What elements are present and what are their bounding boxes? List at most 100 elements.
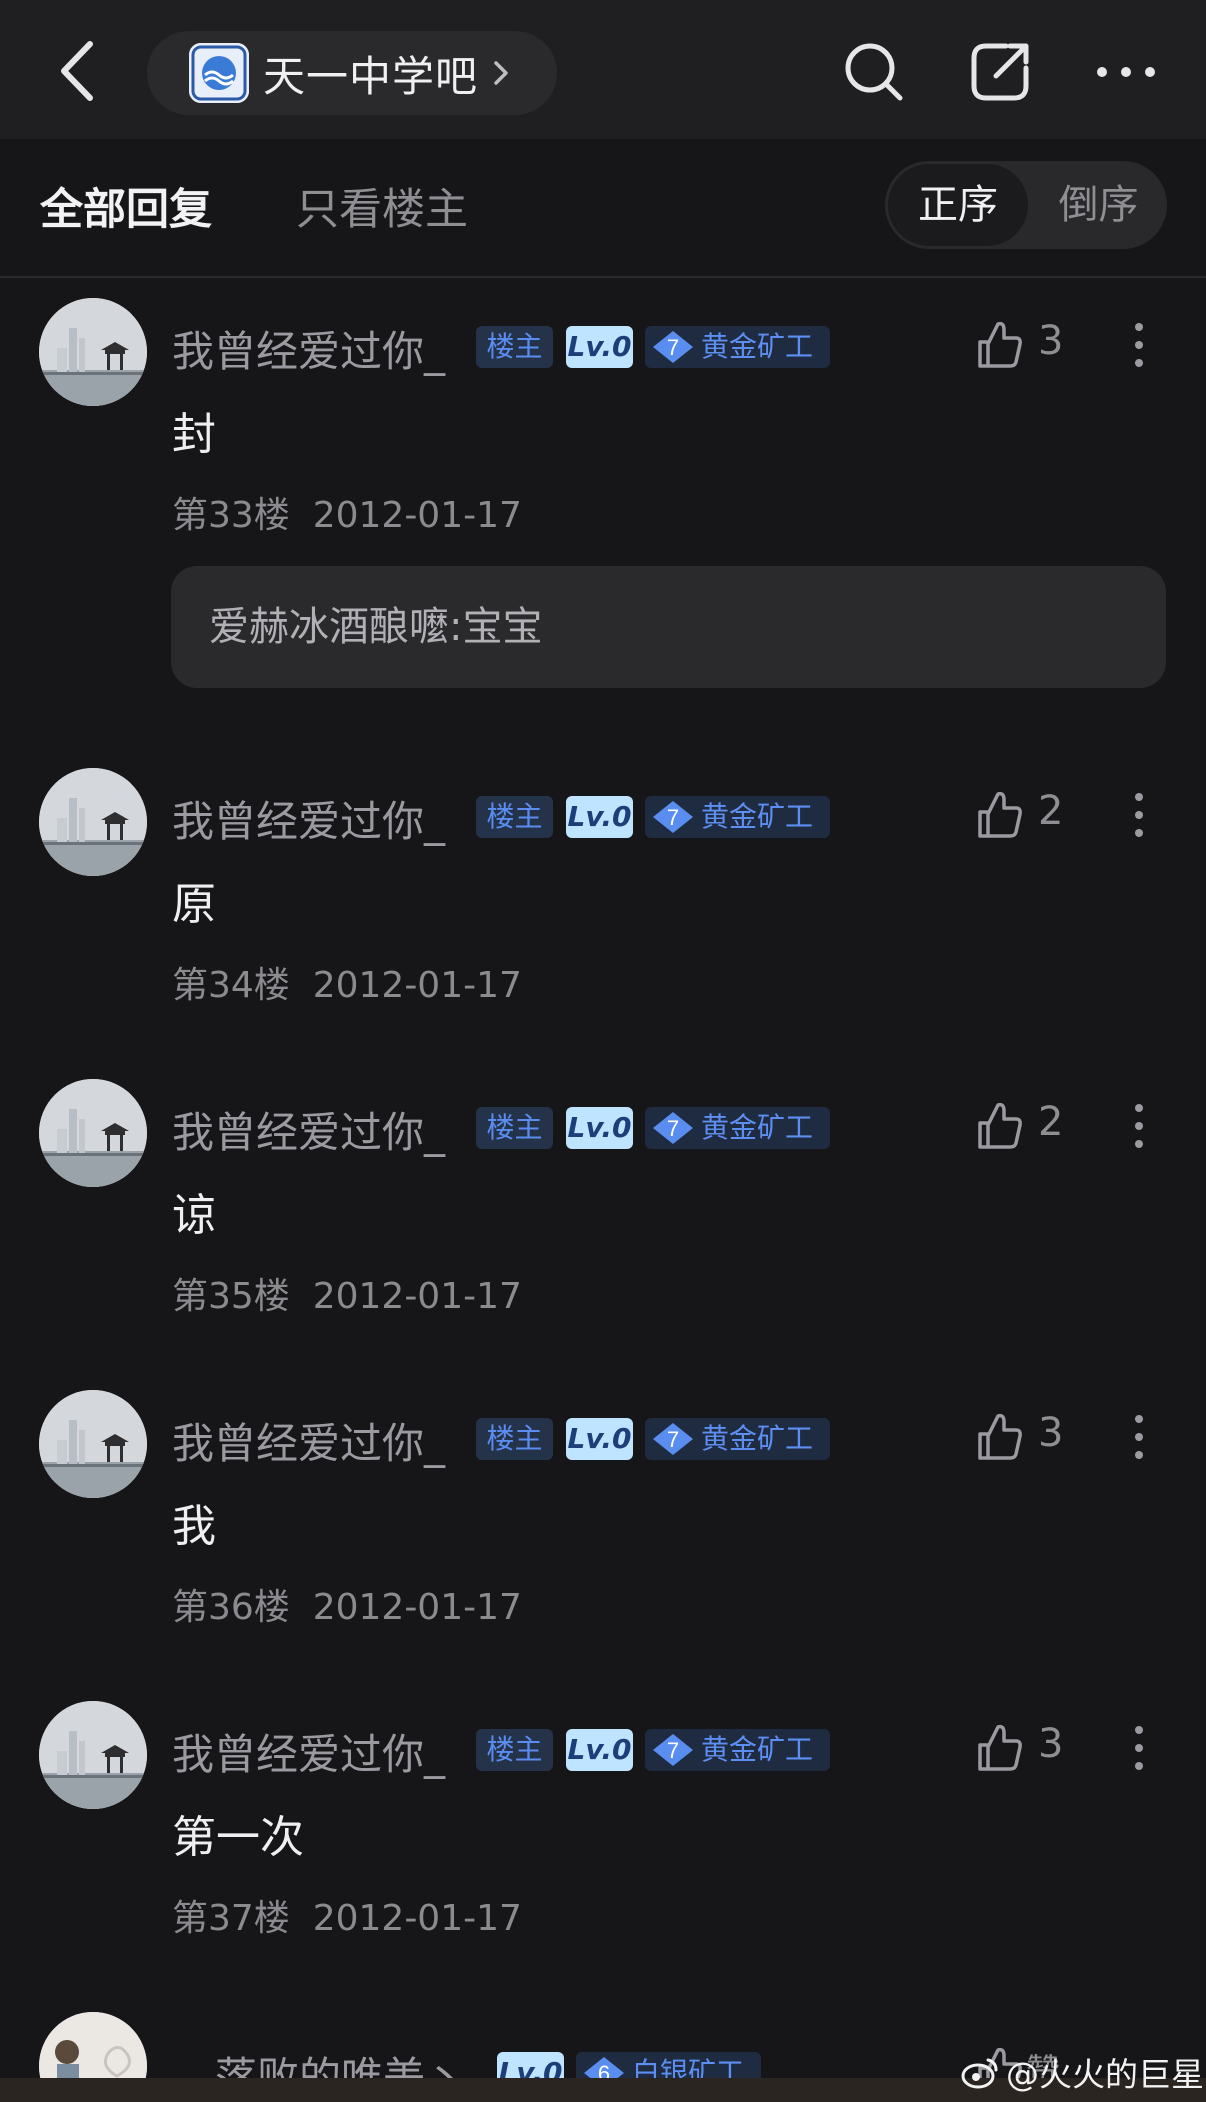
sort-toggle: 正序 倒序: [885, 161, 1167, 249]
avatar[interactable]: [39, 1390, 147, 1498]
post-date: 2012-01-17: [312, 1898, 522, 1939]
sort-descending-button[interactable]: 倒序: [1030, 164, 1167, 246]
owner-badge: 楼主: [476, 326, 553, 368]
gem-icon: 7: [653, 1112, 693, 1144]
forum-link[interactable]: 天一中学吧: [147, 31, 557, 115]
sub-reply[interactable]: 爱赫冰酒酿嚒:宝宝: [171, 566, 1166, 688]
svg-text:7: 7: [667, 1738, 679, 1763]
avatar-image: [39, 298, 147, 406]
svg-text:7: 7: [667, 1116, 679, 1141]
tab-owner-only[interactable]: 只看楼主: [296, 175, 468, 237]
rank-badge: 7 黄金矿工: [645, 1107, 830, 1149]
filter-bar: 全部回复 只看楼主 正序 倒序: [0, 139, 1206, 278]
forum-logo: [189, 43, 249, 103]
more-icon[interactable]: [1090, 38, 1162, 106]
thumbs-up-icon[interactable]: [974, 318, 1024, 372]
floor-number: 第33楼: [172, 495, 290, 536]
avatar-image: [39, 1701, 147, 1809]
rank-badge: 7 黄金矿工: [645, 326, 830, 368]
avatar[interactable]: [39, 1701, 147, 1809]
owner-badge: 楼主: [476, 1107, 553, 1149]
post-date: 2012-01-17: [312, 495, 522, 536]
rank-name: 黄金矿工: [701, 330, 814, 363]
owner-badge: 楼主: [476, 796, 553, 838]
post-date: 2012-01-17: [312, 1276, 522, 1317]
avatar-image: [39, 1079, 147, 1187]
avatar-image: [39, 1390, 147, 1498]
thumbs-up-icon[interactable]: [974, 788, 1024, 842]
username[interactable]: 我曾经爱过你_: [172, 318, 445, 379]
watermark-text: @火火的巨星: [1006, 2055, 1204, 2094]
post-content: 第一次: [172, 1812, 304, 1863]
avatar-image: [39, 768, 147, 876]
level-badge: Lv.0: [566, 1418, 633, 1460]
avatar[interactable]: [39, 768, 147, 876]
thumbs-up-icon[interactable]: [974, 1721, 1024, 1775]
gem-icon: 7: [653, 801, 693, 833]
level-badge: Lv.0: [566, 796, 633, 838]
gem-icon: 7: [653, 331, 693, 363]
rank-badge: 7 黄金矿工: [645, 796, 830, 838]
chevron-right-icon: [494, 61, 508, 85]
thumbs-up-icon[interactable]: [974, 1099, 1024, 1153]
username[interactable]: 我曾经爱过你_: [172, 1410, 445, 1471]
floor-number: 第34楼: [172, 965, 290, 1006]
avatar[interactable]: [39, 1079, 147, 1187]
owner-badge: 楼主: [476, 1418, 553, 1460]
svg-text:7: 7: [667, 335, 679, 360]
owner-badge: 楼主: [476, 1729, 553, 1771]
rank-name: 黄金矿工: [701, 1422, 814, 1455]
gem-icon: 7: [653, 1734, 693, 1766]
username[interactable]: 我曾经爱过你_: [172, 1099, 445, 1160]
username[interactable]: 我曾经爱过你_: [172, 1721, 445, 1782]
gem-icon: 7: [653, 1423, 693, 1455]
more-vertical-icon[interactable]: [1130, 1412, 1148, 1462]
floor-number: 第37楼: [172, 1898, 290, 1939]
level-badge: Lv.0: [566, 1107, 633, 1149]
post-date: 2012-01-17: [312, 1587, 522, 1628]
username[interactable]: 我曾经爱过你_: [172, 788, 445, 849]
rank-badge: 7 黄金矿工: [645, 1729, 830, 1771]
share-icon[interactable]: [966, 38, 1034, 106]
post-content: 封: [172, 409, 216, 460]
floor-number: 第36楼: [172, 1587, 290, 1628]
post-date: 2012-01-17: [312, 965, 522, 1006]
post-content: 原: [172, 879, 216, 930]
rank-name: 黄金矿工: [701, 800, 814, 833]
floor-number: 第35楼: [172, 1276, 290, 1317]
svg-text:7: 7: [667, 1427, 679, 1452]
tab-all-replies[interactable]: 全部回复: [40, 175, 212, 237]
post-meta: 第37楼 2012-01-17: [172, 1889, 522, 1941]
level-badge: Lv.0: [566, 1729, 633, 1771]
more-vertical-icon[interactable]: [1130, 1723, 1148, 1773]
post-meta: 第35楼 2012-01-17: [172, 1267, 522, 1319]
post-meta: 第34楼 2012-01-17: [172, 956, 522, 1008]
watermark: @火火的巨星: [960, 2048, 1204, 2096]
rank-name: 黄金矿工: [701, 1733, 814, 1766]
post-meta: 第36楼 2012-01-17: [172, 1578, 522, 1630]
weibo-icon: [961, 2058, 998, 2089]
avatar[interactable]: [39, 298, 147, 406]
school-emblem-icon: [189, 43, 249, 103]
top-bar: 天一中学吧: [0, 0, 1206, 139]
like-count: 3: [1038, 1410, 1064, 1456]
sort-ascending-button[interactable]: 正序: [888, 164, 1028, 246]
back-icon[interactable]: [50, 36, 110, 106]
level-badge: Lv.0: [566, 326, 633, 368]
rank-name: 黄金矿工: [701, 1111, 814, 1144]
post-content: 谅: [172, 1190, 216, 1241]
like-count: 2: [1038, 1099, 1064, 1145]
thumbs-up-icon[interactable]: [974, 1410, 1024, 1464]
like-count: 3: [1038, 1721, 1064, 1767]
forum-name: 天一中学吧: [263, 51, 479, 101]
search-icon[interactable]: [840, 38, 908, 106]
post-content: 我: [172, 1501, 216, 1552]
svg-text:7: 7: [667, 805, 679, 830]
like-count: 3: [1038, 318, 1064, 364]
rank-badge: 7 黄金矿工: [645, 1418, 830, 1460]
more-vertical-icon[interactable]: [1130, 1101, 1148, 1151]
more-vertical-icon[interactable]: [1130, 790, 1148, 840]
more-vertical-icon[interactable]: [1130, 320, 1148, 370]
post-meta: 第33楼 2012-01-17: [172, 486, 522, 538]
like-count: 2: [1038, 788, 1064, 834]
